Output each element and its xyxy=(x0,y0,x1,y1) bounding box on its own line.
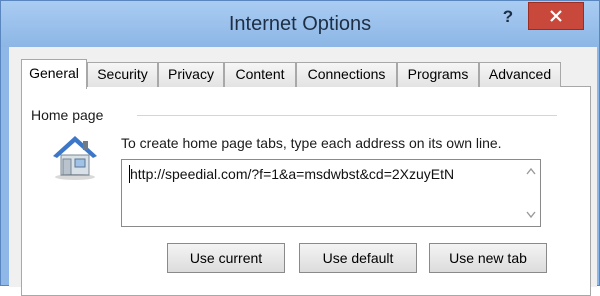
tab-security[interactable]: Security xyxy=(87,62,158,87)
home-page-description: To create home page tabs, type each addr… xyxy=(121,135,502,151)
house-icon xyxy=(53,136,97,180)
group-divider xyxy=(137,115,557,116)
close-icon xyxy=(550,10,562,22)
tab-connections[interactable]: Connections xyxy=(296,62,397,87)
scroll-up-arrow[interactable] xyxy=(525,165,537,177)
home-page-url-field[interactable]: http://speedial.com/?f=1&a=msdwbst&cd=2X… xyxy=(121,159,541,227)
tab-programs[interactable]: Programs xyxy=(397,62,479,87)
title-bar[interactable]: Internet Options ? xyxy=(1,1,599,47)
use-current-button[interactable]: Use current xyxy=(167,243,285,273)
tab-privacy[interactable]: Privacy xyxy=(158,62,224,87)
use-default-button[interactable]: Use default xyxy=(299,243,417,273)
scroll-up-icon xyxy=(526,167,536,175)
tab-advanced[interactable]: Advanced xyxy=(479,62,561,87)
scroll-down-arrow[interactable] xyxy=(525,209,537,221)
tab-content[interactable]: Content xyxy=(224,62,296,87)
tab-general[interactable]: General xyxy=(21,59,87,89)
internet-options-window: Internet Options ? General Security Priv… xyxy=(0,0,600,296)
home-page-url-text[interactable]: http://speedial.com/?f=1&a=msdwbst&cd=2X… xyxy=(130,166,515,182)
dialog-client-area: General Security Privacy Content Connect… xyxy=(9,47,597,296)
home-page-group-label: Home page xyxy=(31,107,104,123)
scroll-down-icon xyxy=(526,211,536,219)
use-new-tab-button[interactable]: Use new tab xyxy=(429,243,547,273)
close-button[interactable] xyxy=(528,2,584,30)
help-button[interactable]: ? xyxy=(489,4,527,30)
